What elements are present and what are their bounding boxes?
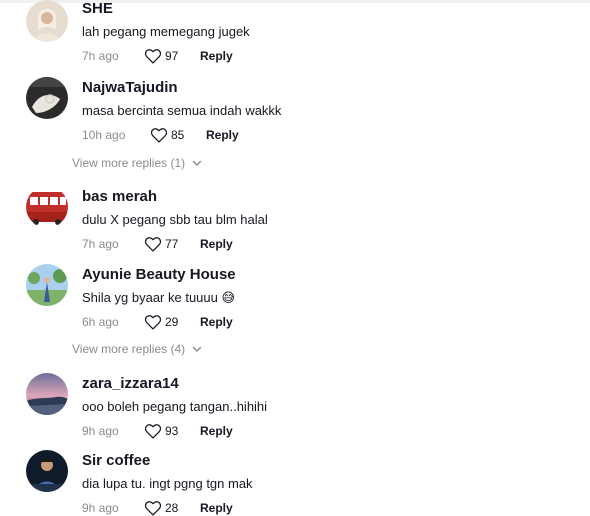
comment-username[interactable]: zara_izzara14	[82, 375, 580, 393]
comment-item: SHE lah pegang memegang jugek 7h ago 97 …	[0, 0, 590, 78]
comment-text: ooo boleh pegang tangan..hihihi	[82, 399, 268, 414]
comment-time: 10h ago	[82, 128, 126, 142]
reply-button[interactable]: Reply	[200, 424, 233, 438]
comment-time: 7h ago	[82, 49, 119, 63]
like-count: 29	[165, 315, 179, 329]
avatar[interactable]	[26, 373, 68, 415]
comment-text: dia lupa tu. ingt pgng tgn mak	[82, 476, 253, 491]
comment-list: SHE lah pegang memegang jugek 7h ago 97 …	[0, 0, 590, 516]
chevron-down-icon	[192, 160, 202, 167]
view-more-label: View more replies (1)	[72, 156, 186, 170]
like-button[interactable]: 28	[144, 500, 196, 516]
comment-text: lah pegang memegang jugek	[82, 24, 250, 39]
like-count: 97	[165, 49, 179, 63]
comment-text-content: Shila yg byaar ke tuuuu	[82, 290, 218, 305]
heart-icon	[144, 315, 162, 330]
heart-icon	[144, 49, 162, 64]
comment-username[interactable]: Ayunie Beauty House	[82, 266, 580, 284]
heart-icon	[144, 237, 162, 252]
like-button[interactable]: 85	[150, 127, 202, 143]
avatar-image	[26, 373, 68, 415]
comment-username[interactable]: Sir coffee	[82, 452, 580, 470]
avatar-image	[26, 450, 68, 492]
like-button[interactable]: 93	[144, 423, 196, 439]
comment-time: 6h ago	[82, 315, 119, 329]
avatar-image	[26, 0, 68, 42]
reply-button[interactable]: Reply	[200, 237, 233, 251]
like-button[interactable]: 77	[144, 236, 196, 252]
chevron-down-icon	[192, 346, 202, 353]
comment-username[interactable]: SHE	[82, 0, 580, 18]
like-button[interactable]: 29	[144, 314, 196, 330]
avatar-image	[26, 77, 68, 119]
comment-time: 9h ago	[82, 501, 119, 515]
grinning-sweat-emoji: 😅	[221, 290, 236, 305]
view-more-replies-button[interactable]: View more replies (1)	[72, 156, 203, 170]
avatar[interactable]	[26, 264, 68, 306]
comment-item: bas merah dulu X pegang sbb tau blm hala…	[0, 186, 590, 266]
like-count: 93	[165, 424, 179, 438]
avatar-image	[26, 186, 68, 228]
heart-icon	[150, 128, 168, 143]
comment-item: NajwaTajudin masa bercinta semua indah w…	[0, 77, 590, 157]
like-button[interactable]: 97	[144, 48, 196, 64]
comment-text: dulu X pegang sbb tau blm halal	[82, 212, 268, 227]
comment-username[interactable]: NajwaTajudin	[82, 79, 580, 97]
like-count: 28	[165, 501, 179, 515]
comment-time: 9h ago	[82, 424, 119, 438]
like-count: 77	[165, 237, 179, 251]
avatar[interactable]	[26, 0, 68, 42]
avatar[interactable]	[26, 450, 68, 492]
avatar[interactable]	[26, 186, 68, 228]
comment-text: masa bercinta semua indah wakkk	[82, 103, 282, 118]
comment-text: Shila yg byaar ke tuuuu 😅	[82, 289, 580, 307]
comment-item: Ayunie Beauty House Shila yg byaar ke tu…	[0, 264, 590, 344]
avatar[interactable]	[26, 77, 68, 119]
reply-button[interactable]: Reply	[200, 49, 233, 63]
reply-button[interactable]: Reply	[206, 128, 239, 142]
heart-icon	[144, 501, 162, 516]
heart-icon	[144, 424, 162, 439]
comment-username[interactable]: bas merah	[82, 188, 580, 206]
view-more-replies-button[interactable]: View more replies (4)	[72, 342, 203, 356]
view-more-label: View more replies (4)	[72, 342, 186, 356]
comment-item: zara_izzara14 ooo boleh pegang tangan..h…	[0, 373, 590, 453]
avatar-image	[26, 264, 68, 306]
like-count: 85	[171, 128, 185, 142]
reply-button[interactable]: Reply	[200, 315, 233, 329]
reply-button[interactable]: Reply	[200, 501, 233, 515]
comment-time: 7h ago	[82, 237, 119, 251]
comment-item: Sir coffee dia lupa tu. ingt pgng tgn ma…	[0, 450, 590, 516]
